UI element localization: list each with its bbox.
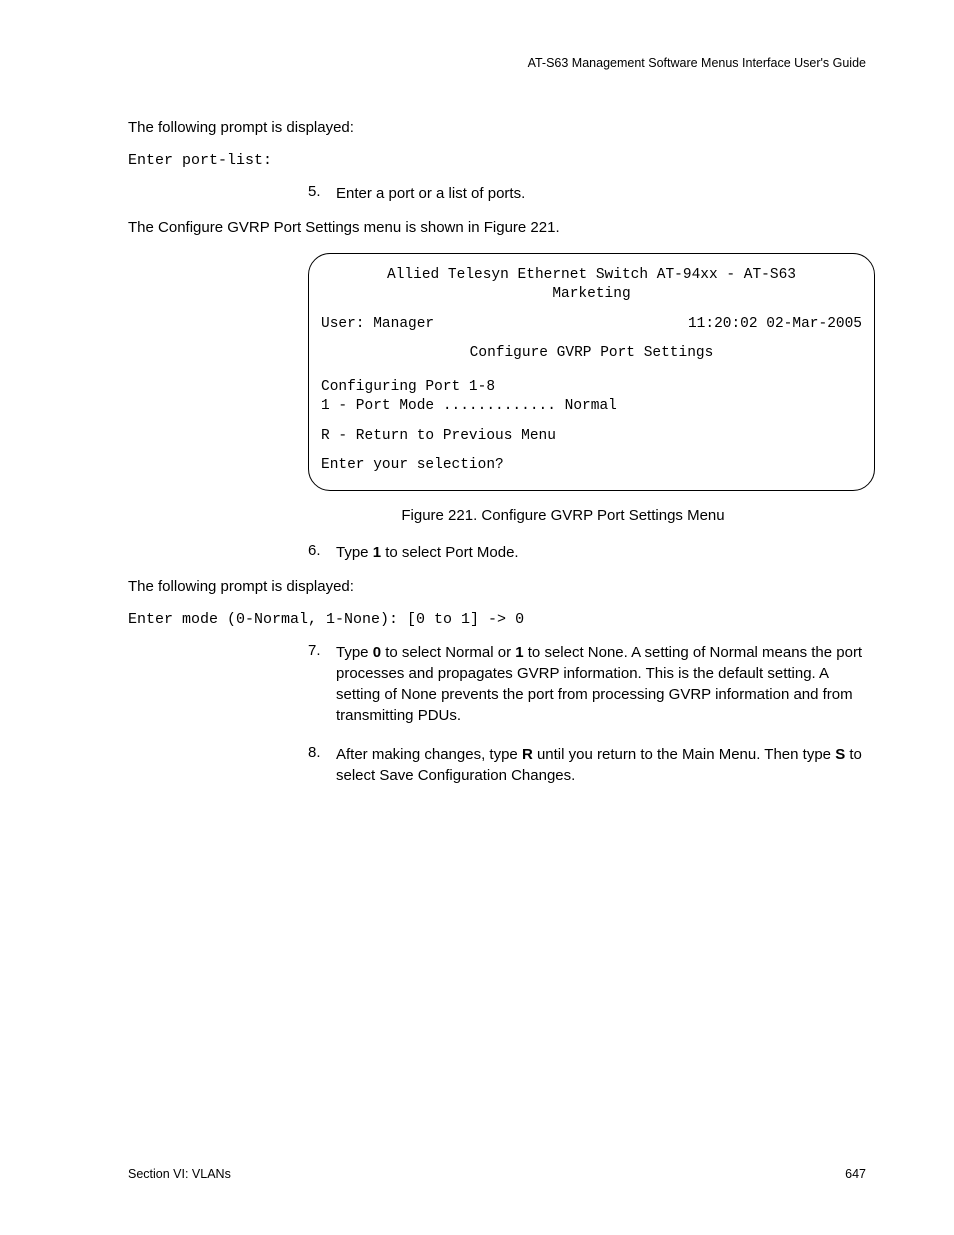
step-5: 5. Enter a port or a list of ports. — [308, 183, 866, 204]
figure-caption: Figure 221. Configure GVRP Port Settings… — [260, 507, 866, 524]
terminal-menu-title: Configure GVRP Port Settings — [321, 344, 862, 364]
step-text: Type 0 to select Normal or 1 to select N… — [336, 644, 862, 724]
step-8: 8. After making changes, type R until yo… — [308, 744, 866, 786]
step-number: 5. — [308, 183, 321, 200]
intro-paragraph: The following prompt is displayed: — [128, 118, 866, 138]
step-text: After making changes, type R until you r… — [336, 746, 862, 784]
page-header: AT-S63 Management Software Menus Interfa… — [128, 56, 866, 70]
terminal-configuring: Configuring Port 1-8 — [321, 378, 862, 398]
step-number: 7. — [308, 642, 321, 659]
terminal-title-1: Allied Telesyn Ethernet Switch AT-94xx -… — [321, 266, 862, 286]
step-text: Enter a port or a list of ports. — [336, 185, 525, 202]
step-6-after-para: The following prompt is displayed: — [128, 577, 866, 597]
terminal-return: R - Return to Previous Menu — [321, 427, 862, 447]
intro-prompt: Enter port-list: — [128, 152, 866, 169]
page-footer: Section VI: VLANs 647 — [128, 1167, 866, 1181]
step-text: Type 1 to select Port Mode. — [336, 544, 519, 561]
step-6-after-mono: Enter mode (0-Normal, 1-None): [0 to 1] … — [128, 611, 866, 628]
step-7: 7. Type 0 to select Normal or 1 to selec… — [308, 642, 866, 726]
terminal-title-2: Marketing — [321, 285, 862, 305]
footer-section: Section VI: VLANs — [128, 1167, 231, 1181]
terminal-timestamp: 11:20:02 02-Mar-2005 — [688, 315, 862, 335]
step-5-after: The Configure GVRP Port Settings menu is… — [128, 218, 866, 238]
step-6: 6. Type 1 to select Port Mode. — [308, 542, 866, 563]
step-number: 8. — [308, 744, 321, 761]
step-number: 6. — [308, 542, 321, 559]
terminal-screenshot: Allied Telesyn Ethernet Switch AT-94xx -… — [308, 253, 875, 492]
terminal-option-1: 1 - Port Mode ............. Normal — [321, 397, 862, 417]
terminal-user: User: Manager — [321, 315, 434, 335]
footer-page-number: 647 — [845, 1167, 866, 1181]
terminal-enter-selection: Enter your selection? — [321, 456, 862, 476]
